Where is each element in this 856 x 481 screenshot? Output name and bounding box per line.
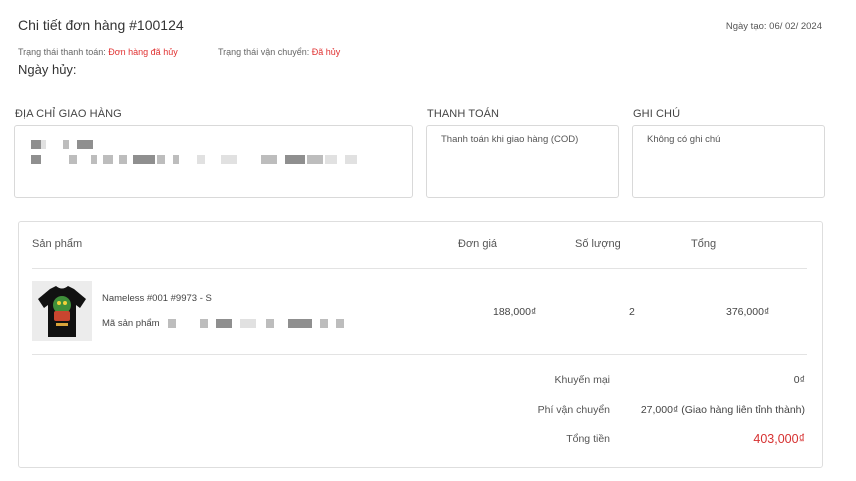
shipping-status-value: Đã hủy <box>311 47 341 57</box>
payment-heading: THANH TOÁN <box>427 108 500 120</box>
total-value: 403,000₫ <box>753 432 805 446</box>
payment-method: Thanh toán khi giao hàng (COD) <box>441 134 579 145</box>
note-heading: GHI CHÚ <box>633 108 681 120</box>
cancel-date-label: Ngày hủy: <box>18 62 77 77</box>
payment-box: Thanh toán khi giao hàng (COD) <box>426 125 619 198</box>
payment-status: Trạng thái thanh toán: Đơn hàng đã hủy <box>18 47 178 57</box>
shipping-fee-value: 27,000₫ (Giao hàng liên tỉnh thành) <box>640 404 805 416</box>
shipping-status-label: Trạng thái vận chuyển: <box>218 47 310 57</box>
created-date: Ngày tạo: 06/ 02/ 2024 <box>725 21 822 32</box>
shipping-address-heading: ĐỊA CHỈ GIAO HÀNG <box>15 108 122 120</box>
product-unit-price: 188,000₫ <box>493 306 537 318</box>
product-name[interactable]: Nameless #001 #9973 - S <box>102 293 212 304</box>
col-header-unit-price: Đơn giá <box>458 238 498 250</box>
product-sku-label: Mã sản phẩm <box>102 318 160 329</box>
col-header-total: Tổng <box>691 238 717 250</box>
product-thumbnail[interactable] <box>32 281 92 341</box>
shipping-fee-label: Phí vận chuyển <box>537 404 610 416</box>
note-box: Không có ghi chú <box>632 125 825 198</box>
discount-label: Khuyến mại <box>554 374 610 386</box>
order-items-card <box>18 221 823 468</box>
col-header-product: Sản phẩm <box>32 238 83 250</box>
product-total: 376,000₫ <box>726 306 770 318</box>
black-tshirt-graphic-icon <box>32 281 92 341</box>
shipping-status: Trạng thái vận chuyển: Đã hủy <box>218 47 340 57</box>
col-header-quantity: Số lượng <box>575 238 621 250</box>
note-text: Không có ghi chú <box>647 134 721 145</box>
product-quantity: 2 <box>629 306 635 318</box>
total-label: Tổng tiền <box>566 433 610 445</box>
payment-status-value: Đơn hàng đã hủy <box>108 47 178 57</box>
items-divider <box>32 354 807 355</box>
payment-status-label: Trạng thái thanh toán: <box>18 47 106 57</box>
discount-value: 0₫ <box>793 374 805 386</box>
header-divider <box>32 268 807 269</box>
page-title: Chi tiết đơn hàng #100124 <box>18 17 184 33</box>
shipping-address-box <box>14 125 413 198</box>
